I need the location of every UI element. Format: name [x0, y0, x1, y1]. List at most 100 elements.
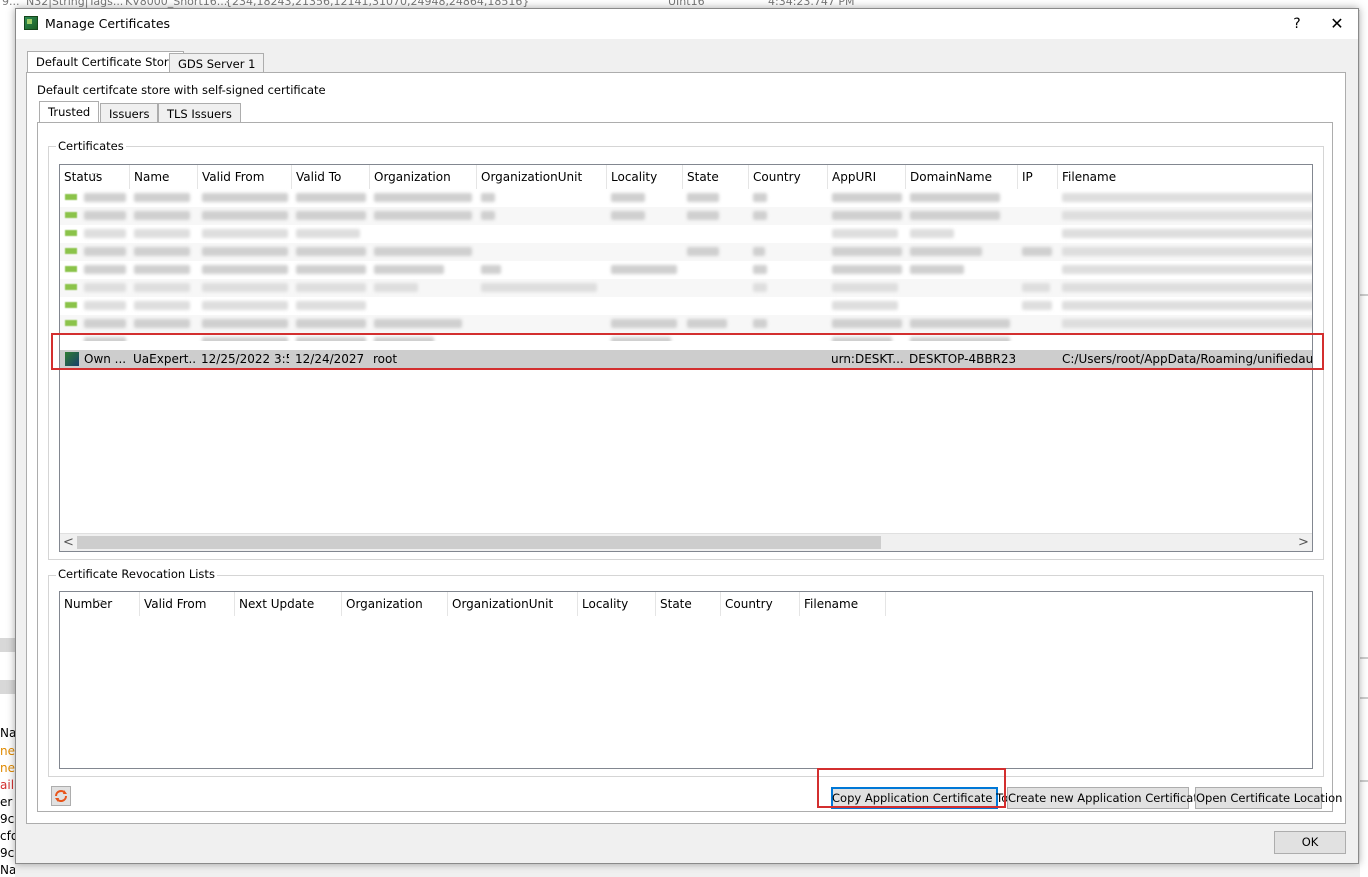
redacted-text — [296, 265, 366, 274]
background-app-right — [1360, 10, 1368, 877]
redacted-text — [374, 337, 434, 341]
column-header-appuri[interactable]: AppURI — [828, 165, 906, 189]
copy-application-certificate-button[interactable]: Copy Application Certificate To... — [831, 787, 1019, 809]
table-row[interactable] — [60, 243, 1312, 261]
redacted-text — [910, 319, 1010, 328]
certificate-icon — [65, 194, 77, 200]
bg-separator — [0, 680, 15, 694]
certificates-table[interactable]: Status ▽ Name Valid From Valid To Organiz… — [59, 164, 1313, 552]
column-header-number[interactable]: Number ▽ — [60, 592, 140, 616]
background-app-left: Na nec nec ail er ' 9c cfo 9ca Name — [0, 10, 15, 877]
table-row-own-certificate[interactable]: Own ... UaExpert... 12/25/2022 3:5... 12… — [60, 350, 1312, 368]
redacted-text — [481, 193, 495, 202]
column-header-locality[interactable]: Locality — [578, 592, 656, 616]
column-header-next-update[interactable]: Next Update — [235, 592, 342, 616]
scroll-left-arrow-icon[interactable]: < — [60, 534, 77, 551]
redacted-text — [753, 193, 767, 202]
column-header-filename[interactable]: Filename — [800, 592, 886, 616]
redacted-text — [202, 337, 288, 341]
redacted-text — [1062, 301, 1312, 310]
column-header-organization-unit[interactable]: OrganizationUnit — [448, 592, 578, 616]
refresh-button[interactable] — [51, 786, 71, 806]
close-button[interactable]: ✕ — [1322, 12, 1352, 36]
column-header-valid-to[interactable]: Valid To — [292, 165, 370, 189]
redacted-text — [134, 229, 190, 238]
redacted-text — [1062, 319, 1312, 328]
refresh-icon — [55, 790, 67, 802]
table-row[interactable] — [60, 261, 1312, 279]
tab-default-certificate-store[interactable]: Default Certificate Store — [27, 51, 185, 73]
redacted-text — [84, 319, 126, 328]
tab-trusted[interactable]: Trusted — [39, 101, 100, 123]
redacted-text — [134, 211, 190, 220]
redacted-text — [296, 283, 366, 292]
ok-button[interactable]: OK — [1274, 831, 1346, 854]
redacted-text — [296, 337, 366, 341]
redacted-text — [202, 247, 288, 256]
tab-gds-server-1[interactable]: GDS Server 1 — [169, 53, 265, 73]
redacted-text — [832, 337, 892, 341]
redacted-text — [1062, 247, 1312, 256]
redacted-text — [687, 247, 719, 256]
create-application-certificate-button[interactable]: Create new Application Certificate... — [1007, 787, 1216, 809]
redacted-text — [832, 211, 902, 220]
table-row[interactable] — [60, 297, 1312, 315]
column-header-status[interactable]: Status ▽ — [60, 165, 130, 189]
redacted-text — [134, 319, 190, 328]
table-row[interactable] — [60, 333, 1312, 341]
table-row[interactable] — [60, 315, 1312, 333]
redacted-text — [687, 211, 719, 220]
redacted-text — [84, 337, 126, 341]
column-header-country[interactable]: Country — [721, 592, 800, 616]
redacted-text — [832, 283, 898, 292]
open-certificate-location-button[interactable]: Open Certificate Location — [1195, 787, 1342, 809]
trusted-pane: Certificates Status ▽ Name Valid From Val… — [37, 122, 1342, 812]
column-header-name[interactable]: Name — [130, 165, 198, 189]
redacted-text — [202, 301, 288, 310]
redacted-text — [832, 319, 902, 328]
redacted-text — [481, 265, 501, 274]
redacted-text — [202, 265, 288, 274]
column-header-country[interactable]: Country — [749, 165, 828, 189]
column-header-state[interactable]: State — [683, 165, 749, 189]
horizontal-scrollbar[interactable]: < > — [60, 533, 1312, 551]
certificate-icon — [65, 248, 77, 254]
crl-group-title: Certificate Revocation Lists — [56, 567, 217, 581]
bg-separator — [1360, 697, 1368, 699]
redacted-text — [202, 229, 288, 238]
column-header-ip[interactable]: IP — [1018, 165, 1058, 189]
column-header-state[interactable]: State — [656, 592, 721, 616]
certificate-icon — [65, 212, 77, 218]
redacted-text — [84, 283, 126, 292]
table-row[interactable] — [60, 225, 1312, 243]
crl-table[interactable]: Number ▽ Valid From Next Update Organizat… — [59, 591, 1313, 769]
column-header-organization[interactable]: Organization — [342, 592, 448, 616]
redacted-text — [202, 319, 288, 328]
tab-issuers[interactable]: Issuers — [100, 103, 159, 123]
column-header-filename[interactable]: Filename — [1058, 165, 1312, 189]
column-header-organization-unit[interactable]: OrganizationUnit — [477, 165, 607, 189]
column-header-domain-name[interactable]: DomainName — [906, 165, 1018, 189]
cell-name: UaExpert... — [133, 352, 195, 366]
redacted-text — [84, 247, 126, 256]
column-header-valid-from[interactable]: Valid From — [140, 592, 235, 616]
column-header-organization[interactable]: Organization — [370, 165, 477, 189]
bg-separator — [1360, 780, 1368, 782]
redacted-text — [481, 211, 495, 220]
column-header-valid-from[interactable]: Valid From — [198, 165, 292, 189]
table-row[interactable] — [60, 279, 1312, 297]
redacted-text — [1022, 247, 1052, 256]
tab-tls-issuers[interactable]: TLS Issuers — [158, 103, 241, 123]
certificate-icon — [65, 302, 77, 308]
help-button[interactable]: ? — [1282, 12, 1312, 36]
scroll-right-arrow-icon[interactable]: > — [1295, 534, 1312, 551]
redacted-text — [753, 265, 767, 274]
table-row[interactable] — [60, 189, 1312, 207]
redacted-text — [753, 319, 767, 328]
table-row[interactable] — [60, 207, 1312, 225]
store-description: Default certifcate store with self-signe… — [37, 83, 326, 97]
crl-table-header: Number ▽ Valid From Next Update Organizat… — [60, 592, 1312, 616]
column-header-locality[interactable]: Locality — [607, 165, 683, 189]
redacted-text — [1062, 229, 1312, 238]
scrollbar-thumb[interactable] — [77, 536, 881, 549]
